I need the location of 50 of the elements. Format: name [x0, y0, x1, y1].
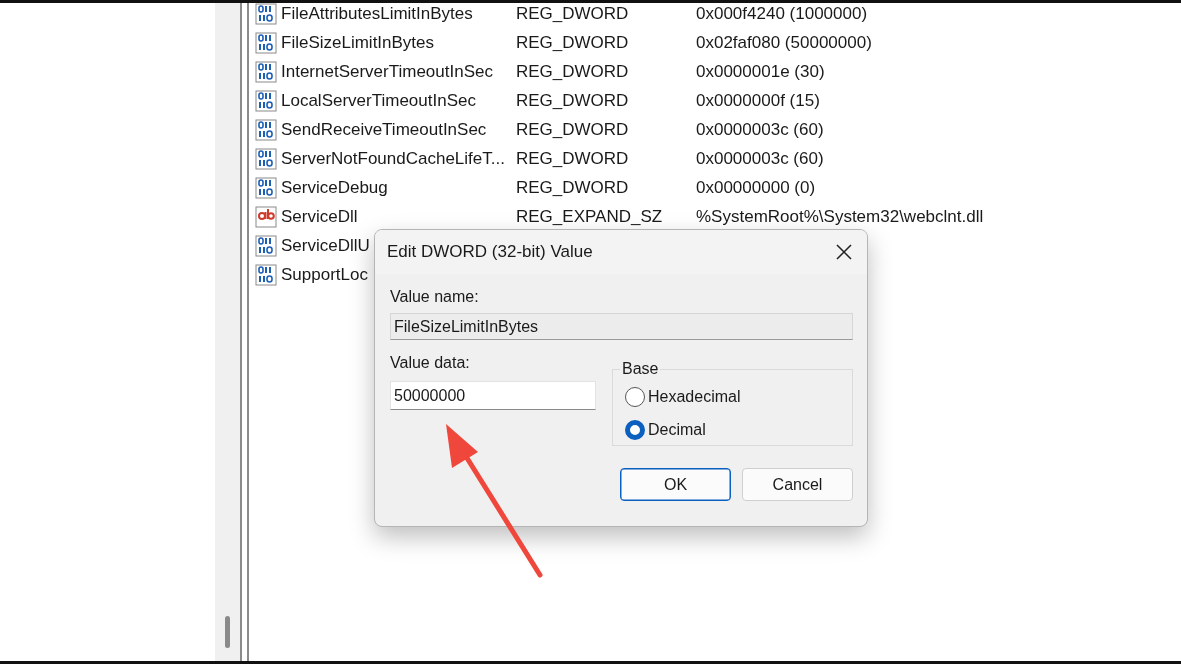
- value-name: FileAttributesLimitInBytes: [281, 3, 473, 23]
- binary-value-icon: [255, 31, 277, 54]
- dialog-button[interactable]: OK: [620, 468, 731, 501]
- binary-value-icon: [255, 234, 277, 257]
- value-type: REG_DWORD: [516, 61, 630, 82]
- value-name: SupportLoc: [281, 264, 368, 284]
- value-data: %SystemRoot%\System32\webclnt.dll: [696, 206, 984, 227]
- value-data: 0x02faf080 (50000000): [696, 32, 872, 53]
- value-name: ServiceDll: [281, 206, 358, 226]
- binary-value-icon: [255, 89, 277, 112]
- field-label: Value name:: [390, 288, 479, 306]
- value-name: ServiceDebug: [281, 177, 388, 197]
- value-data: 0x000f4240 (1000000): [696, 3, 868, 24]
- value-data: 0x0000000f (15): [696, 90, 820, 111]
- radio-button[interactable]: [625, 386, 645, 407]
- value-data: 0x0000003c (60): [696, 148, 824, 169]
- value-name: ServiceDllU: [281, 235, 370, 255]
- binary-value-icon: [255, 3, 277, 25]
- value-type: REG_EXPAND_SZ: [516, 206, 664, 227]
- value-name-field[interactable]: FileSizeLimitInBytes: [390, 313, 853, 340]
- group-label: Base: [621, 360, 660, 378]
- value-name: FileSizeLimitInBytes: [281, 32, 435, 52]
- dialog-button[interactable]: Cancel: [742, 468, 853, 501]
- value-name: SendReceiveTimeoutInSec: [281, 119, 487, 139]
- radio-button[interactable]: [625, 419, 645, 440]
- value-type: REG_DWORD: [516, 90, 630, 111]
- value-type: REG_DWORD: [516, 3, 630, 24]
- value-name: InternetServerTimeoutInSec: [281, 61, 493, 81]
- value-data: 0x0000003c (60): [696, 119, 824, 140]
- value-name: LocalServerTimeoutInSec: [281, 90, 476, 110]
- value-type: REG_DWORD: [516, 177, 630, 198]
- value-type: REG_DWORD: [516, 119, 630, 140]
- binary-value-icon: [255, 60, 277, 83]
- binary-value-icon: [255, 118, 277, 141]
- value-type: REG_DWORD: [516, 148, 630, 169]
- binary-value-icon: [255, 147, 277, 170]
- value-data: 0x00000000 (0): [696, 177, 816, 198]
- value-type: REG_DWORD: [516, 32, 630, 53]
- value-name: ServerNotFoundCacheLifeT...: [281, 148, 505, 168]
- radio-label[interactable]: Decimal: [648, 420, 706, 439]
- scrollbar-thumb[interactable]: [225, 616, 230, 648]
- value-data: 0x0000001e (30): [696, 61, 825, 82]
- value-data-field[interactable]: 50000000: [390, 381, 596, 410]
- binary-value-icon: [255, 176, 277, 199]
- radio-label[interactable]: Hexadecimal: [648, 387, 741, 406]
- field-label: Value data:: [390, 354, 470, 372]
- binary-value-icon: [255, 263, 277, 286]
- string-value-icon: [255, 205, 277, 228]
- dialog-title: Edit DWORD (32-bit) Value: [387, 242, 593, 262]
- close-icon: [836, 244, 852, 260]
